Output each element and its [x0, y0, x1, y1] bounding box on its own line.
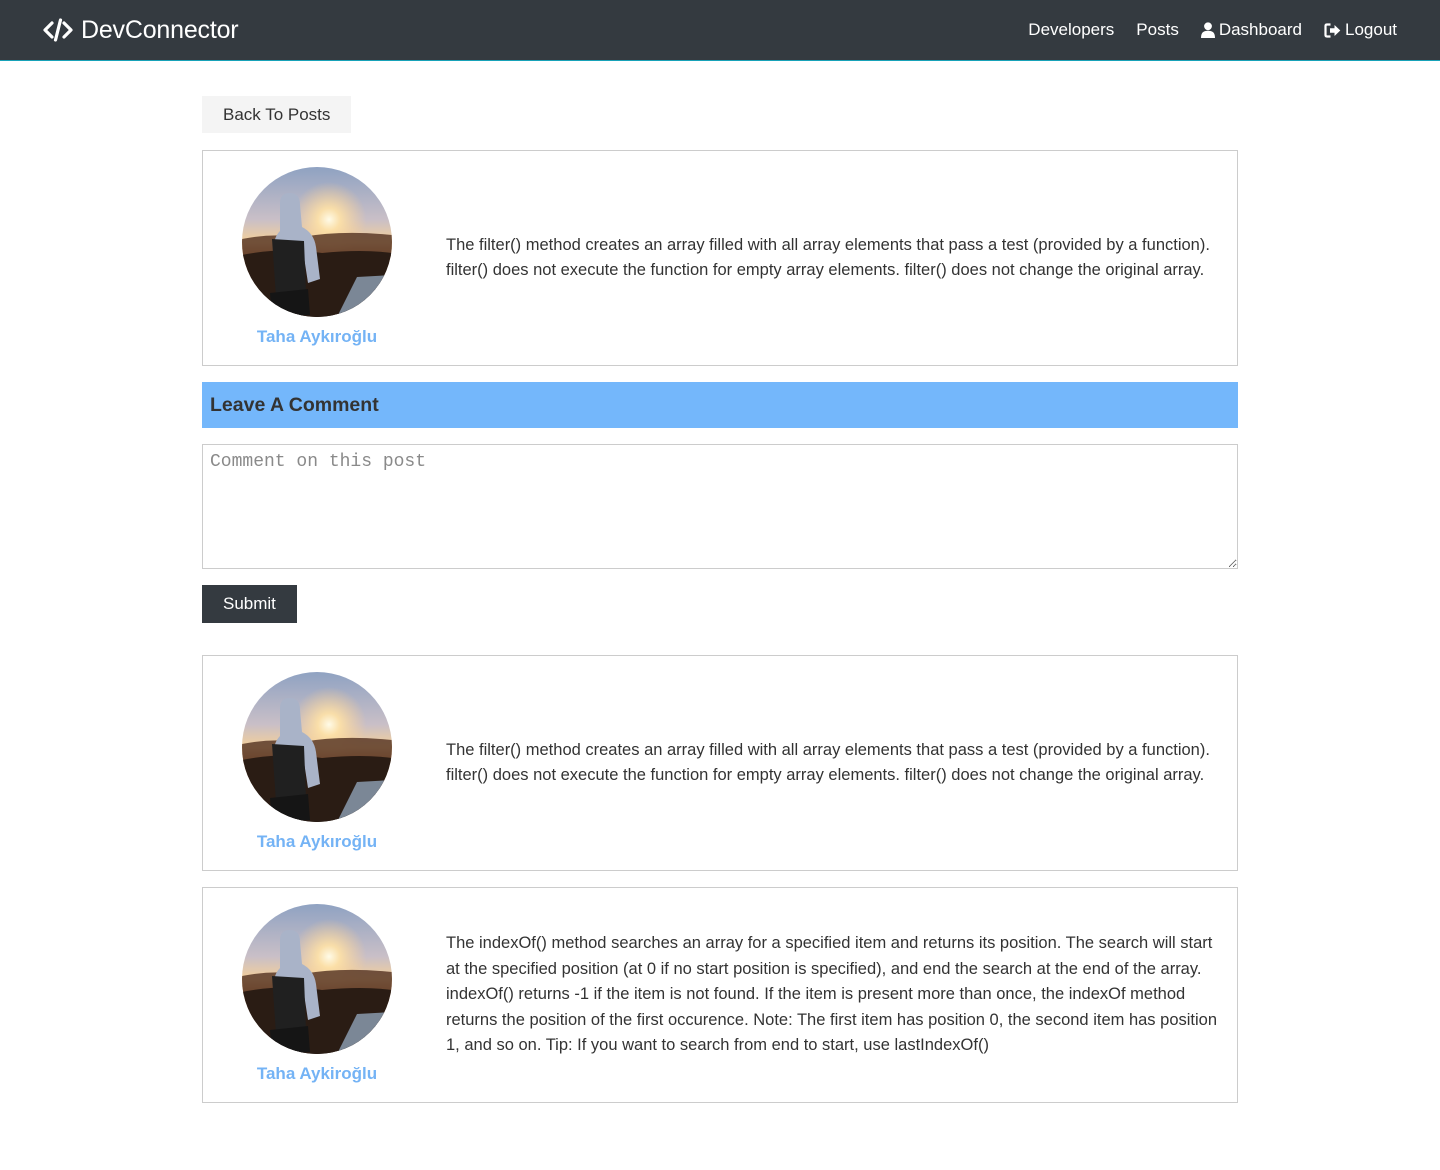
- nav-developers-label: Developers: [1028, 20, 1115, 39]
- navbar: DevConnector Developers Posts Dashboard: [0, 0, 1440, 61]
- nav-logout-label: Logout: [1345, 20, 1397, 39]
- comment-form-header: Leave A Comment: [202, 382, 1238, 428]
- post-author-name[interactable]: Taha Aykıroğlu: [257, 327, 377, 347]
- user-icon: [1200, 22, 1215, 38]
- brand-link[interactable]: DevConnector: [43, 15, 239, 45]
- nav-posts-link[interactable]: Posts: [1136, 20, 1179, 40]
- comment-author-name[interactable]: Taha Aykiroğlu: [257, 1064, 377, 1084]
- comment-card: Taha Aykiroğlu The indexOf() method sear…: [202, 887, 1238, 1103]
- avatar: [242, 672, 392, 822]
- nav-posts-label: Posts: [1136, 20, 1179, 39]
- post-text: The filter() method creates an array fil…: [446, 235, 1210, 280]
- back-to-posts-button[interactable]: Back To Posts: [202, 96, 352, 133]
- nav-dashboard-label: Dashboard: [1218, 20, 1302, 39]
- nav-logout-link[interactable]: Logout: [1324, 20, 1397, 40]
- submit-button[interactable]: Submit: [202, 585, 297, 623]
- comments-list: Taha Aykıroğlu The filter() method creat…: [202, 655, 1238, 1103]
- comment-author[interactable]: Taha Aykıroğlu: [203, 656, 431, 870]
- comment-text: The indexOf() method searches an array f…: [446, 934, 1218, 1055]
- nav-developers-link[interactable]: Developers: [1028, 20, 1114, 40]
- post-author[interactable]: Taha Aykıroğlu: [203, 151, 431, 365]
- avatar: [242, 904, 392, 1054]
- sign-out-icon: [1324, 22, 1341, 38]
- post-card: Taha Aykıroğlu The filter() method creat…: [202, 150, 1238, 366]
- comment-textarea[interactable]: [202, 444, 1238, 569]
- main-container: Back To Posts Taha Aykıroğlu The filter(…: [202, 96, 1238, 1103]
- comment-form: Submit: [202, 444, 1238, 623]
- comment-author-name[interactable]: Taha Aykıroğlu: [257, 832, 377, 852]
- comment-text: The filter() method creates an array fil…: [446, 740, 1210, 785]
- nav-dashboard-link[interactable]: Dashboard: [1200, 20, 1302, 40]
- comment-author[interactable]: Taha Aykiroğlu: [203, 888, 431, 1102]
- code-icon: [43, 18, 73, 42]
- comment-card: Taha Aykıroğlu The filter() method creat…: [202, 655, 1238, 871]
- avatar: [242, 167, 392, 317]
- brand-name: DevConnector: [81, 15, 239, 44]
- nav-links: Developers Posts Dashboard Logout: [1028, 20, 1397, 40]
- comment-form-heading: Leave A Comment: [210, 393, 379, 416]
